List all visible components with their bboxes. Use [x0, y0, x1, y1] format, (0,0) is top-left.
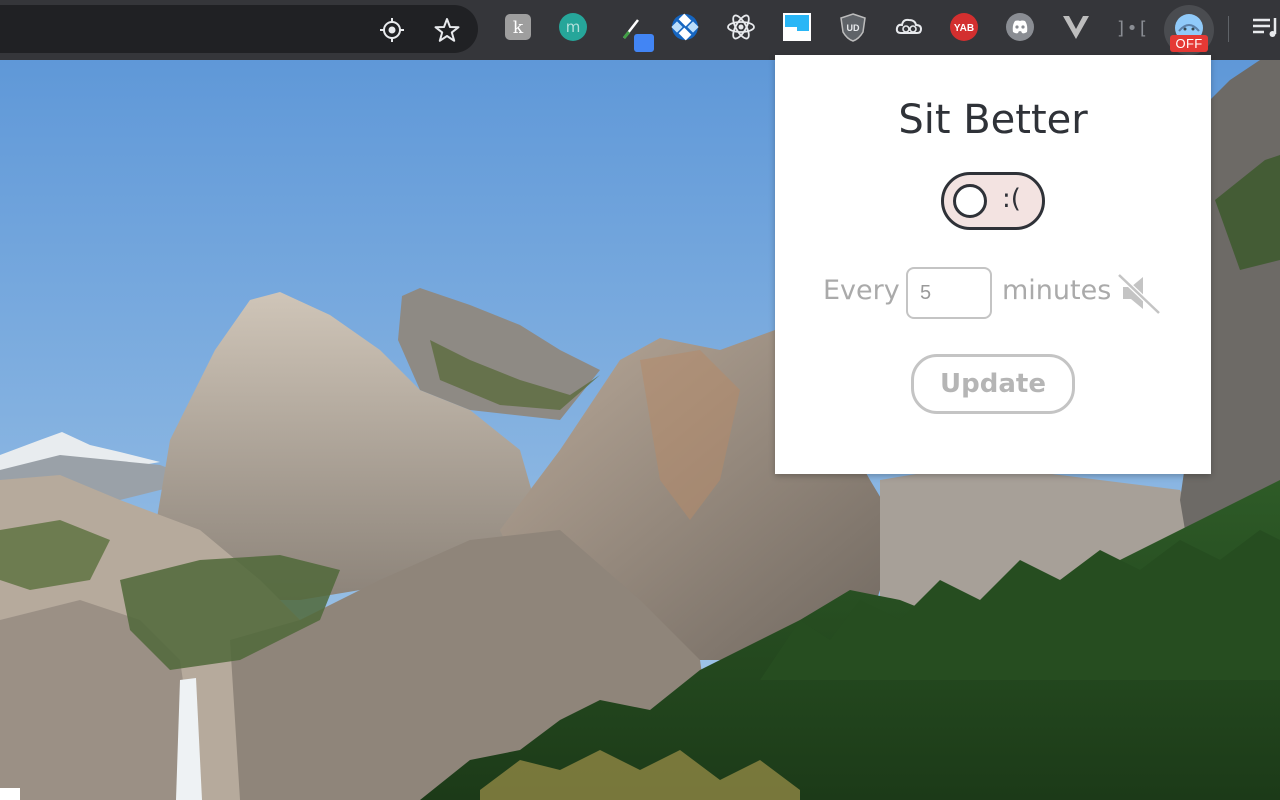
- interval-minutes-input[interactable]: [906, 267, 992, 319]
- svg-text:UD: UD: [847, 23, 860, 33]
- svg-text:k: k: [513, 18, 524, 38]
- window-resizer-icon[interactable]: [782, 12, 812, 42]
- every-label: Every: [823, 275, 900, 306]
- vue-devtools-icon[interactable]: [1061, 12, 1091, 42]
- bookmark-star-icon[interactable]: [434, 17, 460, 43]
- discord-icon[interactable]: [1005, 12, 1035, 42]
- puzzle-extension-icon[interactable]: [670, 12, 700, 42]
- speaker-muted-icon[interactable]: [1115, 269, 1163, 317]
- yab-extension-icon[interactable]: YAB: [949, 12, 979, 42]
- toggle-knob: [953, 184, 987, 218]
- update-button[interactable]: Update: [911, 354, 1075, 414]
- interval-row: Every minutes: [775, 267, 1211, 319]
- svg-text:m: m: [566, 18, 581, 36]
- sit-better-popup: Sit Better :( Every minutes Update: [775, 55, 1211, 474]
- cloud-sync-icon[interactable]: [894, 12, 924, 42]
- address-bar[interactable]: [0, 5, 478, 53]
- location-target-icon[interactable]: [379, 17, 405, 43]
- media-queue-icon[interactable]: [1250, 12, 1280, 42]
- color-picker-icon[interactable]: [620, 14, 656, 54]
- ublock-origin-icon[interactable]: UD: [838, 12, 868, 42]
- toggle-status-label: :(: [1002, 184, 1021, 214]
- popup-title: Sit Better: [898, 97, 1088, 143]
- karma-extension-icon[interactable]: k: [503, 12, 533, 42]
- reminder-toggle[interactable]: :(: [941, 172, 1045, 230]
- extension-status-badge: OFF: [1170, 35, 1208, 52]
- browser-toolbar: k m UD YAB]•[OFF: [0, 0, 1280, 60]
- mate-translate-icon[interactable]: m: [558, 12, 588, 42]
- react-devtools-icon[interactable]: [726, 12, 756, 42]
- svg-text:YAB: YAB: [954, 23, 974, 34]
- toolbar-separator: [1228, 16, 1229, 42]
- svg-text:]•[: ]•[: [1116, 18, 1149, 39]
- popup-title-container: Sit Better: [775, 97, 1211, 143]
- code-bracket-extension-icon[interactable]: ]•[: [1115, 12, 1149, 42]
- minutes-label: minutes: [1002, 275, 1112, 306]
